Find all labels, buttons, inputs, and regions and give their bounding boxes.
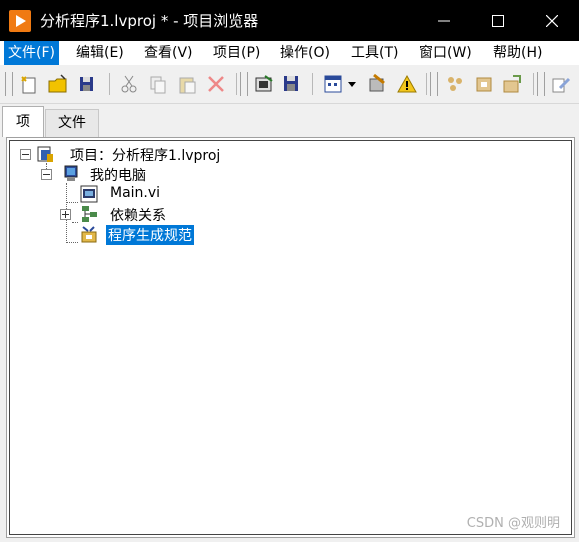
tree-item-dependencies[interactable]: 依赖关系 xyxy=(108,205,168,225)
toolbar xyxy=(0,65,579,104)
warning-icon[interactable] xyxy=(396,73,418,95)
save-all-icon[interactable] xyxy=(76,73,98,95)
tab-items[interactable]: 项 xyxy=(2,106,44,137)
toolbar-separator xyxy=(426,73,427,95)
maximize-icon xyxy=(492,14,504,27)
title-bar: 分析程序1.lvproj * - 项目浏览器 xyxy=(0,0,579,41)
menu-edit[interactable]: 编辑(E) xyxy=(72,41,128,65)
expand-dependencies-toggle[interactable] xyxy=(60,209,71,220)
new-icon[interactable] xyxy=(18,73,40,95)
maximize-button[interactable] xyxy=(471,0,525,41)
group3-icon[interactable] xyxy=(501,73,523,95)
tree-item-my-computer[interactable]: 我的电脑 xyxy=(88,165,148,185)
paste-icon[interactable] xyxy=(176,73,198,95)
collapse-project-toggle[interactable] xyxy=(20,149,31,160)
key-icon[interactable] xyxy=(366,73,388,95)
edit-icon[interactable] xyxy=(550,73,572,95)
tree-item-project[interactable]: 项目：分析程序1.lvproj xyxy=(68,145,222,165)
project-icon xyxy=(36,145,54,163)
tree-item-build-specs[interactable]: 程序生成规范 xyxy=(106,225,194,245)
tree-connector xyxy=(66,242,78,243)
menu-help[interactable]: 帮助(H) xyxy=(489,41,546,65)
computer-icon xyxy=(62,165,80,183)
toolbar-separator xyxy=(109,73,110,95)
build-icon[interactable] xyxy=(253,73,275,95)
build-spec-icon xyxy=(80,225,98,243)
toolbar-separator xyxy=(312,73,313,95)
cut-icon[interactable] xyxy=(118,73,140,95)
toolbar-grip[interactable] xyxy=(537,72,545,96)
watermark: CSDN @观则明 xyxy=(466,516,560,531)
vi-icon xyxy=(80,185,98,203)
toolbar-separator xyxy=(533,73,534,95)
menu-project[interactable]: 项目(P) xyxy=(209,41,264,65)
toolbar-grip[interactable] xyxy=(5,72,13,96)
toolbar-grip[interactable] xyxy=(430,72,438,96)
menu-tools[interactable]: 工具(T) xyxy=(347,41,402,65)
close-icon xyxy=(546,14,558,27)
copy-icon[interactable] xyxy=(147,73,169,95)
menu-operate[interactable]: 操作(O) xyxy=(276,41,334,65)
dropdown-icon[interactable] xyxy=(346,73,358,95)
tree-connector xyxy=(66,202,78,203)
group2-icon[interactable] xyxy=(473,73,495,95)
dependencies-icon xyxy=(80,205,98,223)
labview-app-icon xyxy=(9,10,31,32)
project-tree-panel: 项目：分析程序1.lvproj 我的电脑 Main.vi 依赖关系 程序生成规范… xyxy=(6,137,575,538)
project-tree: 项目：分析程序1.lvproj 我的电脑 Main.vi 依赖关系 程序生成规范 xyxy=(9,140,572,535)
menu-bar: 文件(F) 编辑(E) 查看(V) 项目(P) 操作(O) 工具(T) 窗口(W… xyxy=(0,41,579,65)
minimize-icon xyxy=(438,20,450,21)
save-icon[interactable] xyxy=(281,73,303,95)
collapse-computer-toggle[interactable] xyxy=(41,169,52,180)
close-button[interactable] xyxy=(525,0,579,41)
window-title: 分析程序1.lvproj * - 项目浏览器 xyxy=(40,12,259,30)
view-icon[interactable] xyxy=(322,73,344,95)
menu-view[interactable]: 查看(V) xyxy=(140,41,197,65)
minimize-button[interactable] xyxy=(417,0,471,41)
tree-item-main-vi[interactable]: Main.vi xyxy=(108,185,162,201)
menu-window[interactable]: 窗口(W) xyxy=(415,41,476,65)
toolbar-separator xyxy=(236,73,237,95)
tree-connector xyxy=(72,222,78,223)
tab-strip: 项 文件 xyxy=(0,104,579,137)
tab-files[interactable]: 文件 xyxy=(45,109,99,137)
delete-icon[interactable] xyxy=(205,73,227,95)
toolbar-grip[interactable] xyxy=(240,72,248,96)
menu-file[interactable]: 文件(F) xyxy=(4,41,59,65)
group1-icon[interactable] xyxy=(444,73,466,95)
open-icon[interactable] xyxy=(47,73,69,95)
